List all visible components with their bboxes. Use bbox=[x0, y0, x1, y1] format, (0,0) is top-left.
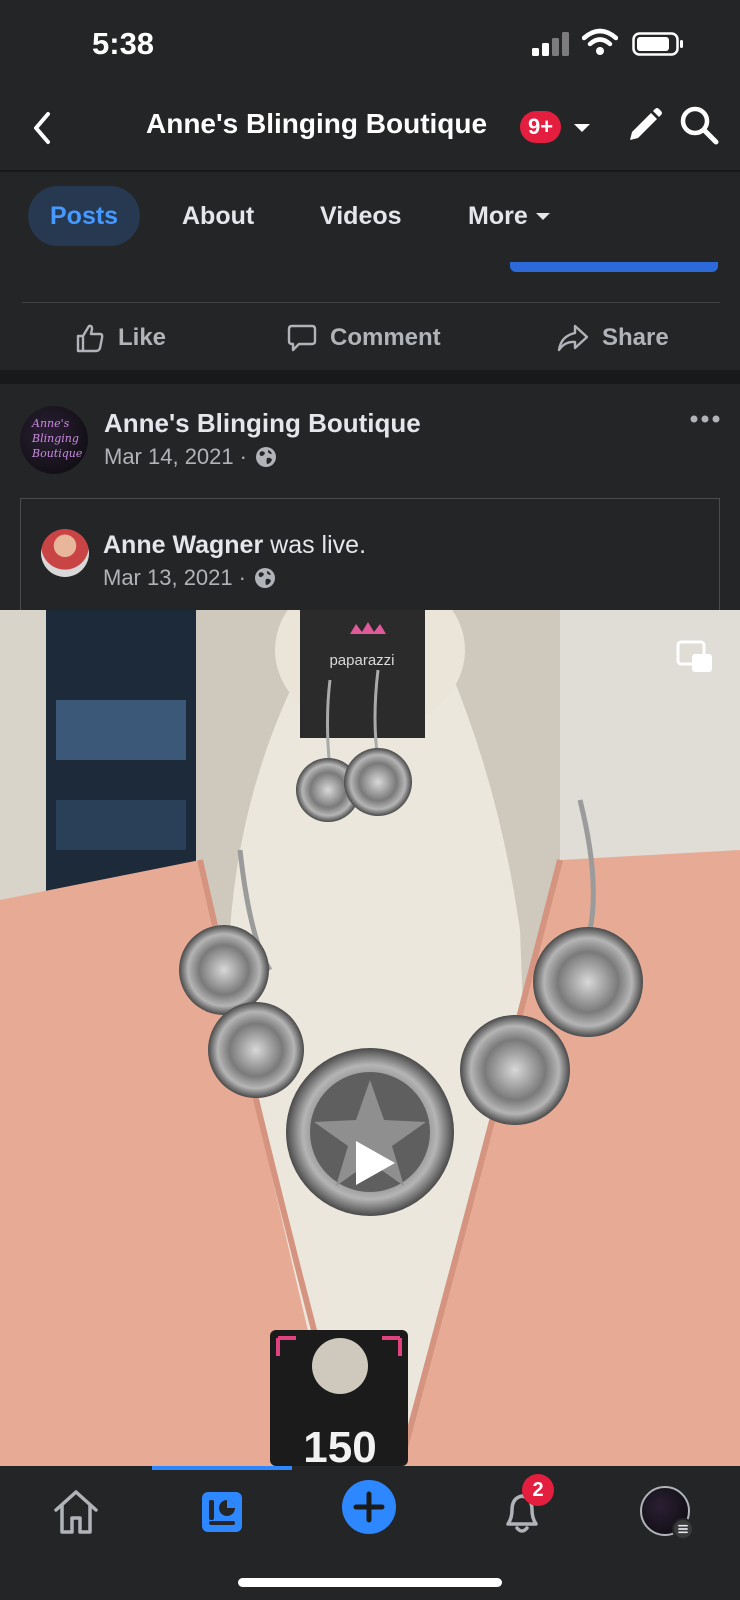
post-author[interactable]: Anne's Blinging Boutique bbox=[104, 408, 421, 439]
shared-post[interactable]: Anne Wagner was live. Mar 13, 2021 · bbox=[20, 498, 720, 618]
tab-more-label: More bbox=[468, 202, 528, 230]
share-icon bbox=[557, 324, 589, 352]
feed-separator bbox=[0, 370, 740, 384]
home-icon[interactable] bbox=[48, 1484, 104, 1540]
video-player[interactable]: paparazzi 150 bbox=[0, 610, 740, 1466]
cellular-signal-icon bbox=[532, 32, 569, 56]
play-icon[interactable] bbox=[352, 1138, 398, 1188]
comment-icon bbox=[287, 324, 317, 352]
page-icon[interactable] bbox=[194, 1484, 250, 1540]
shared-author[interactable]: Anne Wagner bbox=[103, 531, 263, 559]
divider bbox=[22, 302, 720, 303]
avatar-logo: Anne's Blinging Boutique bbox=[32, 417, 83, 460]
comment-label: Comment bbox=[330, 324, 441, 351]
globe-icon bbox=[255, 447, 276, 467]
post-date[interactable]: Mar 14, 2021 bbox=[104, 444, 234, 470]
globe-icon bbox=[254, 568, 275, 588]
tab-about[interactable]: About bbox=[182, 186, 254, 246]
meta-separator: · bbox=[239, 444, 247, 469]
tab-videos[interactable]: Videos bbox=[320, 186, 402, 246]
chevron-down-icon bbox=[535, 213, 550, 221]
notification-badge: 9+ bbox=[520, 111, 562, 143]
create-post-icon[interactable] bbox=[340, 1478, 398, 1536]
shared-header: Anne Wagner was live. bbox=[103, 531, 366, 560]
user-avatar[interactable] bbox=[41, 529, 89, 577]
shared-meta: Mar 13, 2021 · bbox=[103, 565, 276, 591]
search-icon[interactable] bbox=[678, 104, 720, 146]
page-title[interactable]: Anne's Blinging Boutique bbox=[146, 108, 487, 140]
share-label: Share bbox=[602, 324, 669, 351]
like-button[interactable]: Like bbox=[74, 316, 166, 360]
home-indicator[interactable] bbox=[238, 1578, 502, 1587]
share-button[interactable]: Share bbox=[556, 316, 669, 360]
active-tab-indicator bbox=[152, 1466, 292, 1470]
more-options-icon[interactable] bbox=[690, 414, 720, 424]
thumbs-up-icon bbox=[76, 324, 104, 353]
tab-posts[interactable]: Posts bbox=[28, 186, 141, 246]
wifi-icon bbox=[582, 28, 618, 55]
page-tabs: Posts About Videos More bbox=[0, 184, 740, 248]
notification-count-badge: 2 bbox=[522, 1474, 554, 1506]
post-meta: Mar 14, 2021 · bbox=[104, 444, 277, 470]
status-time: 5:38 bbox=[92, 26, 155, 61]
action-bar: Like Comment Share bbox=[0, 306, 740, 368]
price-tag: 150 bbox=[303, 1423, 376, 1466]
brand-tag: paparazzi bbox=[329, 652, 394, 669]
meta-separator: · bbox=[238, 565, 246, 590]
chevron-down-icon[interactable] bbox=[568, 114, 596, 142]
shared-action: was live. bbox=[270, 531, 367, 559]
pencil-icon[interactable] bbox=[624, 106, 664, 146]
page-avatar[interactable]: Anne's Blinging Boutique bbox=[20, 406, 88, 474]
comment-button[interactable]: Comment bbox=[286, 316, 441, 360]
menu-icon[interactable] bbox=[672, 1518, 694, 1540]
tab-more[interactable]: More bbox=[468, 186, 552, 246]
bottom-navigation: 2 bbox=[0, 1466, 740, 1600]
battery-icon bbox=[632, 32, 683, 56]
picture-in-picture-icon[interactable] bbox=[676, 640, 714, 674]
status-bar: 5:38 bbox=[0, 0, 740, 84]
shared-date[interactable]: Mar 13, 2021 bbox=[103, 565, 233, 591]
video-frame: paparazzi 150 bbox=[0, 610, 740, 1466]
like-label: Like bbox=[118, 324, 167, 351]
header-divider bbox=[0, 170, 740, 172]
back-icon[interactable] bbox=[26, 108, 60, 148]
page-header: Anne's Blinging Boutique 9+ bbox=[0, 84, 740, 172]
cta-button-edge[interactable] bbox=[510, 262, 718, 272]
